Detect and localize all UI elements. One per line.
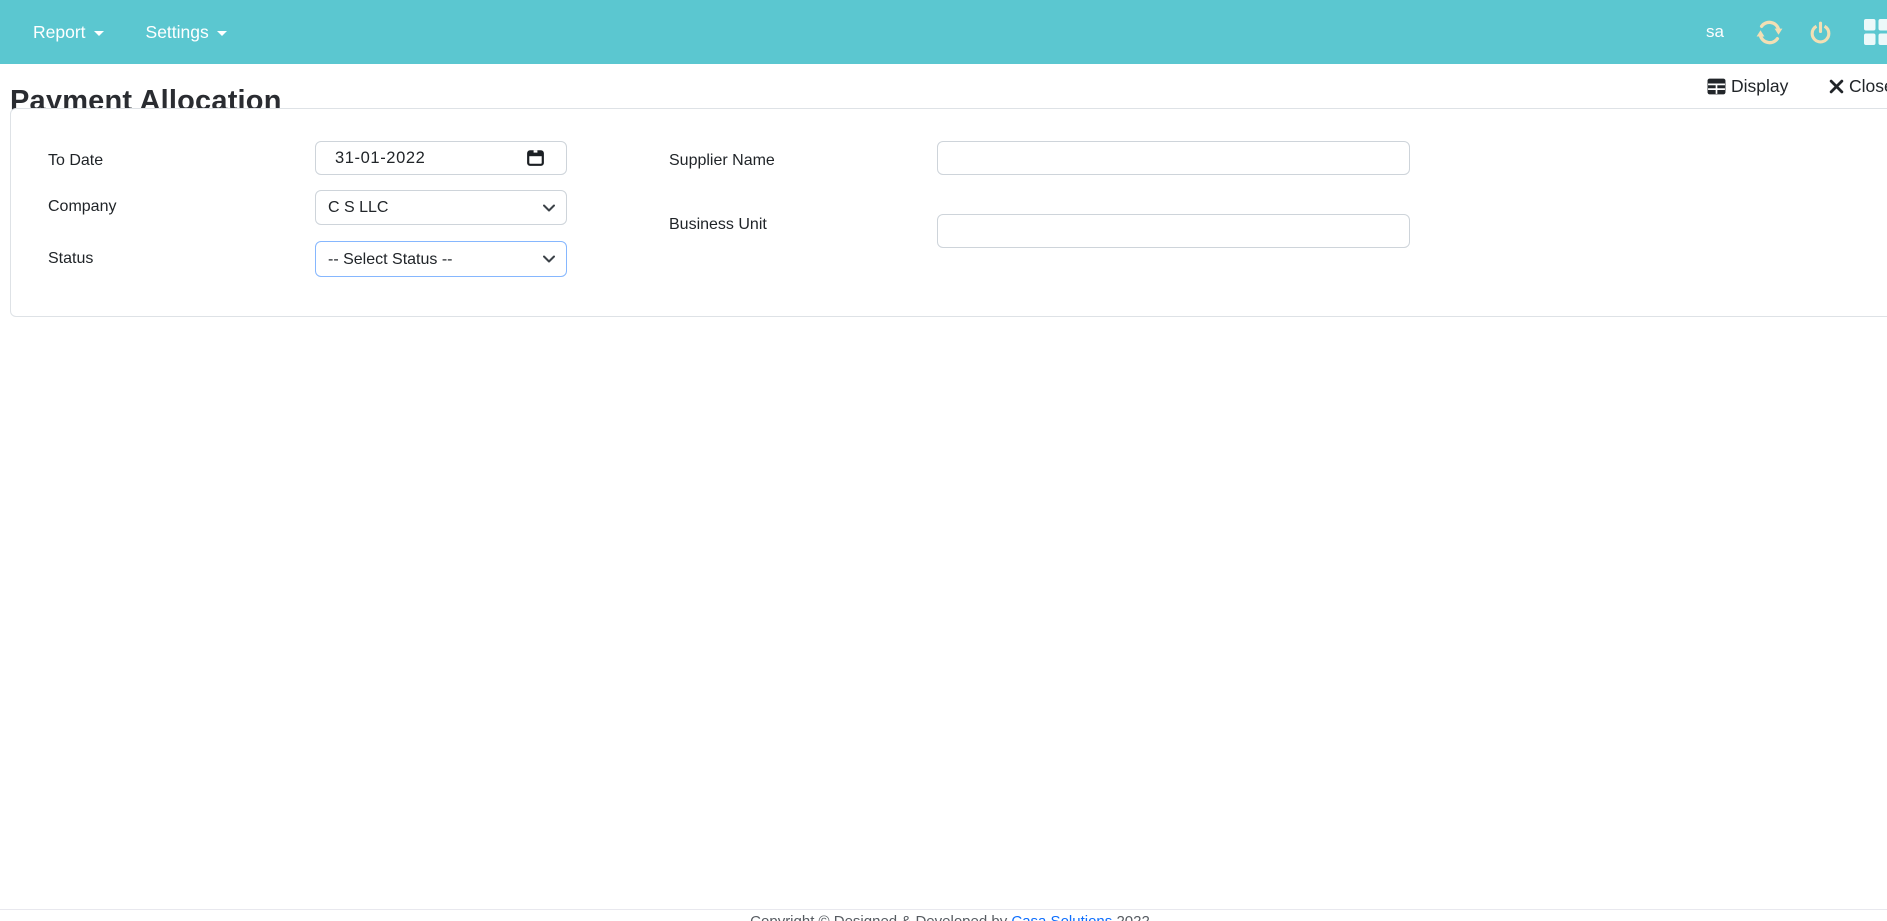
refresh-button[interactable]	[1756, 0, 1783, 64]
apps-menu-button[interactable]	[1864, 0, 1887, 64]
power-icon	[1810, 21, 1831, 43]
close-label: Close	[1849, 76, 1887, 96]
topbar: Report Settings sa	[0, 0, 1887, 64]
menu-report[interactable]: Report	[33, 22, 104, 43]
logout-button[interactable]	[1808, 0, 1833, 64]
user-menu[interactable]: sa	[1706, 0, 1724, 64]
status-label: Status	[48, 250, 94, 267]
to-date-label: To Date	[48, 152, 104, 169]
business-unit-label: Business Unit	[669, 216, 767, 233]
chevron-down-icon	[216, 30, 227, 36]
status-field: -- Select Status --	[315, 241, 567, 277]
close-button[interactable]: Close	[1829, 76, 1887, 97]
developer-link[interactable]: Casa Solutions	[1011, 913, 1112, 921]
calendar-icon[interactable]	[527, 149, 544, 171]
company-label: Company	[48, 198, 117, 215]
menu-report-label: Report	[33, 21, 86, 42]
apps-grid-icon	[1864, 19, 1887, 45]
supplier-name-label: Supplier Name	[669, 152, 775, 169]
copyright-text: Copyright © Designed & Developed by Casa…	[0, 913, 1887, 921]
display-button[interactable]: Display	[1707, 76, 1788, 97]
footer: Copyright © Designed & Developed by Casa…	[0, 909, 1887, 921]
copyright-prefix: Copyright © Designed & Developed by	[750, 913, 1007, 921]
username-label: sa	[1706, 22, 1724, 41]
company-select[interactable]: C S LLC	[315, 190, 567, 225]
supplier-name-input[interactable]	[937, 141, 1410, 175]
copyright-year: 2022	[1116, 913, 1149, 921]
chevron-down-icon	[93, 30, 104, 36]
filter-panel: To Date Company C S LLC Status -- Select…	[10, 108, 1887, 317]
display-label: Display	[1731, 76, 1789, 96]
business-unit-input[interactable]	[937, 214, 1410, 248]
to-date-field	[315, 141, 567, 175]
close-icon	[1829, 79, 1844, 94]
menu-settings-label: Settings	[145, 21, 209, 42]
status-select[interactable]: -- Select Status --	[315, 241, 567, 277]
table-icon	[1707, 78, 1726, 95]
main-nav: Report Settings	[33, 0, 227, 64]
menu-settings[interactable]: Settings	[146, 22, 227, 43]
refresh-icon	[1756, 20, 1783, 44]
company-field: C S LLC	[315, 190, 567, 225]
